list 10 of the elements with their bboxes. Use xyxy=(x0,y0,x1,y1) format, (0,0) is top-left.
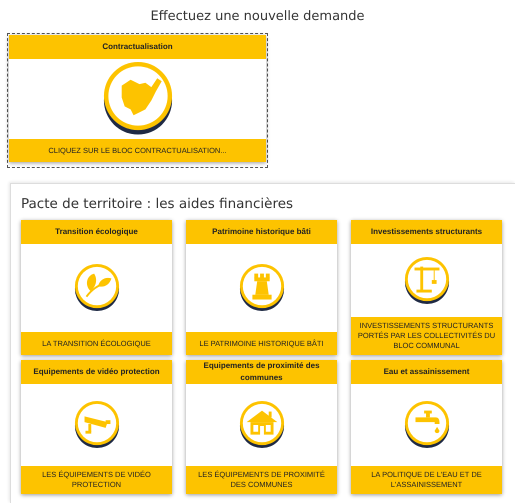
crane-icon xyxy=(402,254,450,307)
section-heading: Pacte de territoire : les aides financières xyxy=(21,195,294,214)
card-header: Equipements de vidéo protection xyxy=(21,360,172,384)
card-header: Eau et assainissement xyxy=(351,360,502,384)
card-header: Patrimoine historique bâti xyxy=(186,220,337,244)
page-title: Effectuez une nouvelle demande xyxy=(150,8,365,26)
card-header: Investissements structurants xyxy=(351,220,502,244)
card-header: Contractualisation xyxy=(9,35,266,59)
card-header: Transition écologique xyxy=(21,220,172,244)
card-header: Equipements de proximité des communes xyxy=(186,360,337,384)
